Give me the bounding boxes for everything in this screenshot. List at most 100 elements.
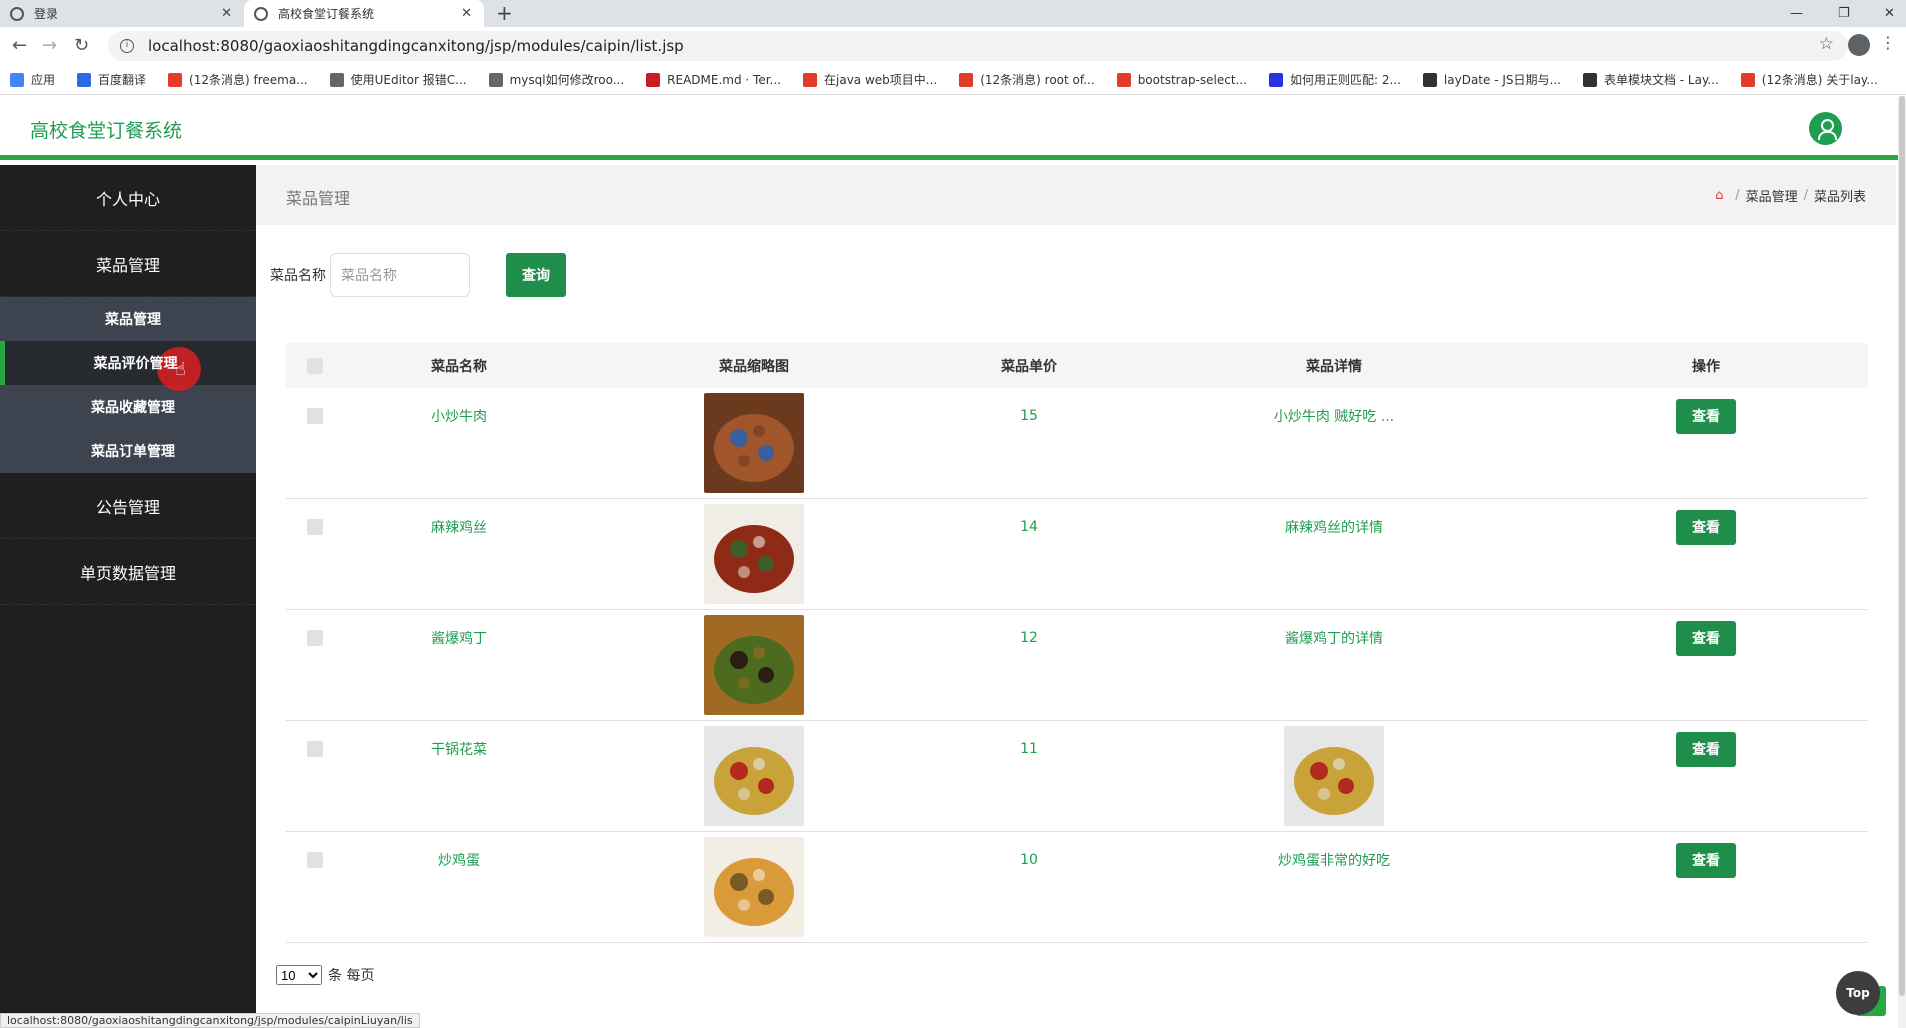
account-icon[interactable] [1848,34,1870,56]
bookmark-label: bootstrap-select... [1137,72,1247,87]
bookmark-item[interactable]: 如何用正则匹配: 2... [1268,71,1401,88]
detail-cell: 小炒牛肉 贼好吃 ... [1273,409,1395,425]
table-row: 酱爆鸡丁 12 酱爆鸡丁的详情 查看 [286,610,1868,721]
bookmark-item[interactable]: (12条消息) 关于lay... [1740,71,1878,88]
column-header: 菜品单价 [1001,358,1057,375]
app-header: 高校食堂订餐系统 [0,96,1906,160]
bookmark-item[interactable]: 表单模块文档 - Lay... [1582,71,1719,88]
user-avatar-icon[interactable] [1809,112,1842,145]
breadcrumb-item[interactable]: 菜品管理 [1746,186,1798,205]
tab-title: 登录 [34,7,59,21]
search-button[interactable]: 查询 [506,253,566,297]
bookmark-star-icon[interactable]: ☆ [1819,34,1834,54]
bookmark-item[interactable]: README.md · Ter... [646,72,781,87]
row-checkbox[interactable] [307,408,323,424]
column-header: 菜品缩略图 [719,358,789,375]
row-checkbox[interactable] [307,741,323,757]
dish-name: 麻辣鸡丝 [431,520,487,536]
info-icon[interactable]: i [120,39,134,53]
submenu-item-label: 菜品评价管理 [93,356,178,372]
search-input[interactable] [330,253,470,297]
menu-kebab-icon[interactable]: ⋮ [1880,33,1896,52]
submenu-item-dish-review[interactable]: 菜品评价管理 ☝ [0,341,256,391]
bookmark-item[interactable]: (12条消息) freema... [168,71,308,88]
bookmark-item[interactable]: 百度翻译 [77,71,146,88]
row-checkbox[interactable] [307,630,323,646]
scrollbar-thumb[interactable] [1899,96,1905,996]
dish-name: 炒鸡蛋 [438,853,480,869]
dish-thumbnail [704,504,804,604]
view-button[interactable]: 查看 [1676,398,1736,434]
dish-price: 12 [1020,630,1038,646]
view-button[interactable]: 查看 [1676,842,1736,878]
row-checkbox[interactable] [307,519,323,535]
bookmark-item[interactable]: 应用 [10,71,55,88]
bookmark-item[interactable]: 在java web项目中... [803,71,937,88]
sidebar-item-single-page-data[interactable]: 单页数据管理 [0,539,256,605]
close-tab-icon[interactable]: ✕ [461,6,472,21]
sidebar-submenu: 菜品管理 菜品评价管理 ☝ 菜品收藏管理 菜品订单管理 [0,297,256,473]
new-tab-icon[interactable]: + [496,1,513,25]
dish-price: 11 [1020,741,1038,757]
close-window-icon[interactable]: ✕ [1884,0,1895,27]
dish-price: 14 [1020,519,1038,535]
browser-tab-active[interactable]: 高校食堂订餐系统 ✕ [244,0,484,27]
bookmark-item[interactable]: (12条消息) root of... [959,71,1095,88]
browser-tab-login[interactable]: 登录 ✕ [0,0,244,27]
view-button[interactable]: 查看 [1676,620,1736,656]
bookmark-item[interactable]: mysql如何修改roo... [488,71,624,88]
close-tab-icon[interactable]: ✕ [221,6,232,21]
reload-icon[interactable]: ↻ [74,35,89,56]
detail-cell: 酱爆鸡丁的详情 [1285,631,1383,647]
select-all-checkbox[interactable] [307,357,323,374]
submenu-item-dish-order[interactable]: 菜品订单管理 [0,429,256,473]
detail-cell: 炒鸡蛋非常的好吃 [1278,853,1390,869]
back-icon[interactable]: ← [12,35,27,56]
back-to-top-button[interactable]: Top [1836,971,1880,1015]
bookmark-favicon-icon [1422,72,1437,87]
action-cell: 查看 [1544,832,1868,888]
tab-title: 高校食堂订餐系统 [278,7,375,21]
row-select-cell [286,610,344,666]
sidebar-item-announcement[interactable]: 公告管理 [0,473,256,539]
submenu-item-label: 菜品收藏管理 [91,400,175,416]
action-cell: 查看 [1544,610,1868,666]
app-title: 高校食堂订餐系统 [30,120,183,142]
sidebar-item-dish-management[interactable]: 菜品管理 [0,231,256,297]
url-field[interactable]: i localhost:8080/gaoxiaoshitangdingcanxi… [108,31,1848,61]
apps-grid-icon [10,72,24,87]
bookmark-item[interactable]: bootstrap-select... [1116,72,1247,87]
view-button[interactable]: 查看 [1676,509,1736,545]
page-icon [254,6,268,21]
thumbnail-cell [574,499,934,610]
row-select-cell [286,499,344,555]
restore-icon[interactable]: ❐ [1838,0,1850,27]
column-header: 操作 [1692,358,1720,375]
dish-thumbnail [704,837,804,937]
detail-image [1284,726,1384,826]
row-select-cell [286,388,344,444]
forward-icon[interactable]: → [42,35,57,56]
home-icon[interactable]: ⌂ [1715,189,1729,202]
page-size-select[interactable]: 10 [276,965,322,985]
sidebar-item-personal-center[interactable]: 个人中心 [0,165,256,231]
submenu-item-dish-favorite[interactable]: 菜品收藏管理 [0,385,256,429]
bookmark-favicon-icon [1582,72,1597,87]
minimize-icon[interactable]: — [1790,0,1803,27]
dish-thumbnail [704,393,804,493]
bookmark-item[interactable]: layDate - JS日期与... [1422,71,1561,88]
bookmark-favicon-icon [77,72,92,87]
bookmark-label: 百度翻译 [98,73,147,87]
dish-thumbnail [704,726,804,826]
row-checkbox[interactable] [307,852,323,868]
view-button[interactable]: 查看 [1676,731,1736,767]
submenu-item-dish[interactable]: 菜品管理 [0,297,256,341]
page-size-suffix: 条 每页 [328,968,375,984]
page-scrollbar[interactable] [1898,96,1906,1028]
bookmark-label: 应用 [31,73,56,87]
sidebar-item-label: 公告管理 [95,497,160,517]
bookmark-label: 如何用正则匹配: 2... [1289,73,1401,87]
globe-icon [10,6,24,21]
table-row: 炒鸡蛋 10 炒鸡蛋非常的好吃 查看 [286,832,1868,943]
bookmark-item[interactable]: 使用UEditor 报错C... [329,71,467,88]
